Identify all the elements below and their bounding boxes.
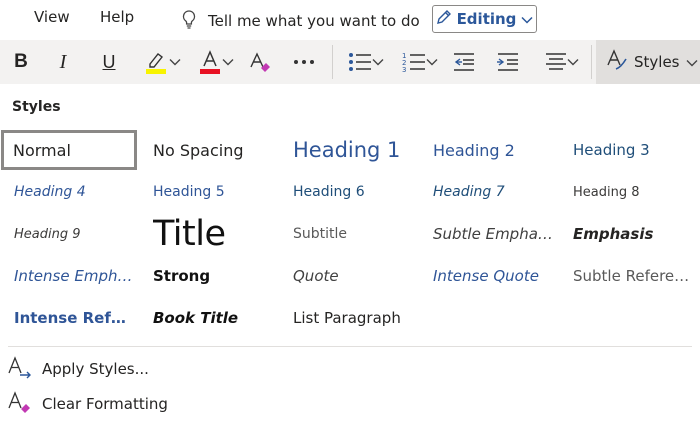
styles-gallery: Normal No Spacing Heading 1 Heading 2 He… (0, 128, 700, 344)
style-intense-reference[interactable]: Intense Reference (2, 298, 138, 338)
style-intense-emphasis[interactable]: Intense Emphasis (2, 256, 138, 296)
style-heading-2[interactable]: Heading 2 (421, 130, 557, 170)
clear-formatting-icon (248, 51, 272, 73)
alignment-button[interactable] (540, 40, 584, 84)
tell-me-search[interactable]: Tell me what you want to do (180, 9, 420, 33)
italic-icon: I (59, 50, 67, 73)
ribbon-toolbar: B I U 1 2 3 Styles (0, 40, 700, 84)
editing-label: Editing (456, 10, 517, 28)
menu-bar: View Help Tell me what you want to do Ed… (0, 0, 700, 38)
highlight-color-button[interactable] (140, 40, 184, 84)
ellipsis-icon (293, 59, 315, 65)
styles-button[interactable]: Styles (596, 40, 700, 84)
panel-divider (8, 346, 692, 347)
highlighter-icon (143, 49, 169, 75)
chevron-down-icon (521, 10, 533, 28)
style-subtitle[interactable]: Subtitle (281, 214, 417, 254)
style-title[interactable]: Title (141, 214, 277, 254)
style-no-spacing[interactable]: No Spacing (141, 130, 277, 170)
chevron-down-icon (169, 58, 181, 66)
chevron-down-icon (222, 58, 234, 66)
more-options-button[interactable] (290, 40, 318, 84)
bold-icon: B (14, 51, 28, 72)
clear-format-button[interactable] (246, 40, 274, 84)
menu-help[interactable]: Help (100, 8, 134, 26)
styles-panel-title: Styles (12, 99, 61, 115)
increase-indent-icon (496, 52, 520, 72)
align-center-icon (545, 52, 567, 72)
style-subtle-reference[interactable]: Subtle Reference (561, 256, 697, 296)
style-normal[interactable]: Normal (1, 130, 137, 170)
font-color-button[interactable] (194, 40, 238, 84)
apply-styles-button[interactable]: Apply Styles... (8, 355, 149, 383)
style-intense-quote[interactable]: Intense Quote (421, 256, 557, 296)
numbered-list-icon: 123 (402, 51, 426, 73)
apply-styles-label: Apply Styles... (42, 360, 149, 378)
style-heading-1[interactable]: Heading 1 (281, 130, 417, 170)
menu-view[interactable]: View (34, 8, 70, 26)
style-heading-5[interactable]: Heading 5 (141, 172, 277, 212)
clear-formatting-label: Clear Formatting (42, 395, 168, 413)
styles-label: Styles (634, 53, 680, 71)
bullet-list-icon (348, 52, 372, 72)
toolbar-divider (591, 45, 592, 79)
decrease-indent-icon (452, 52, 476, 72)
style-heading-7[interactable]: Heading 7 (421, 172, 557, 212)
style-strong[interactable]: Strong (141, 256, 277, 296)
underline-icon: U (102, 51, 116, 72)
underline-button[interactable]: U (96, 40, 122, 84)
decrease-indent-button[interactable] (450, 40, 478, 84)
style-subtle-emphasis[interactable]: Subtle Emphasis (421, 214, 557, 254)
chevron-down-icon (567, 58, 579, 66)
numbering-button[interactable]: 123 (398, 40, 442, 84)
chevron-down-icon (372, 58, 384, 66)
chevron-down-icon (686, 53, 698, 71)
increase-indent-button[interactable] (494, 40, 522, 84)
bold-button[interactable]: B (8, 40, 34, 84)
style-heading-9[interactable]: Heading 9 (2, 214, 138, 254)
toolbar-divider (332, 45, 333, 79)
style-heading-4[interactable]: Heading 4 (2, 172, 138, 212)
editing-mode-button[interactable]: Editing (432, 5, 537, 33)
style-list-paragraph[interactable]: List Paragraph (281, 298, 417, 338)
font-color-icon (198, 49, 222, 75)
styles-icon (606, 49, 628, 75)
style-quote[interactable]: Quote (281, 256, 417, 296)
clear-formatting-button[interactable]: Clear Formatting (8, 390, 168, 418)
svg-text:3: 3 (402, 66, 406, 73)
italic-button[interactable]: I (50, 40, 76, 84)
style-heading-6[interactable]: Heading 6 (281, 172, 417, 212)
style-emphasis[interactable]: Emphasis (561, 214, 697, 254)
apply-styles-icon (8, 355, 32, 383)
tell-me-label: Tell me what you want to do (208, 12, 420, 30)
chevron-down-icon (426, 58, 438, 66)
clear-formatting-icon (8, 390, 32, 418)
bullets-button[interactable] (344, 40, 388, 84)
lightbulb-icon (180, 9, 198, 33)
style-heading-3[interactable]: Heading 3 (561, 130, 697, 170)
style-book-title[interactable]: Book Title (141, 298, 277, 338)
style-heading-8[interactable]: Heading 8 (561, 172, 697, 212)
pencil-icon (436, 9, 452, 29)
